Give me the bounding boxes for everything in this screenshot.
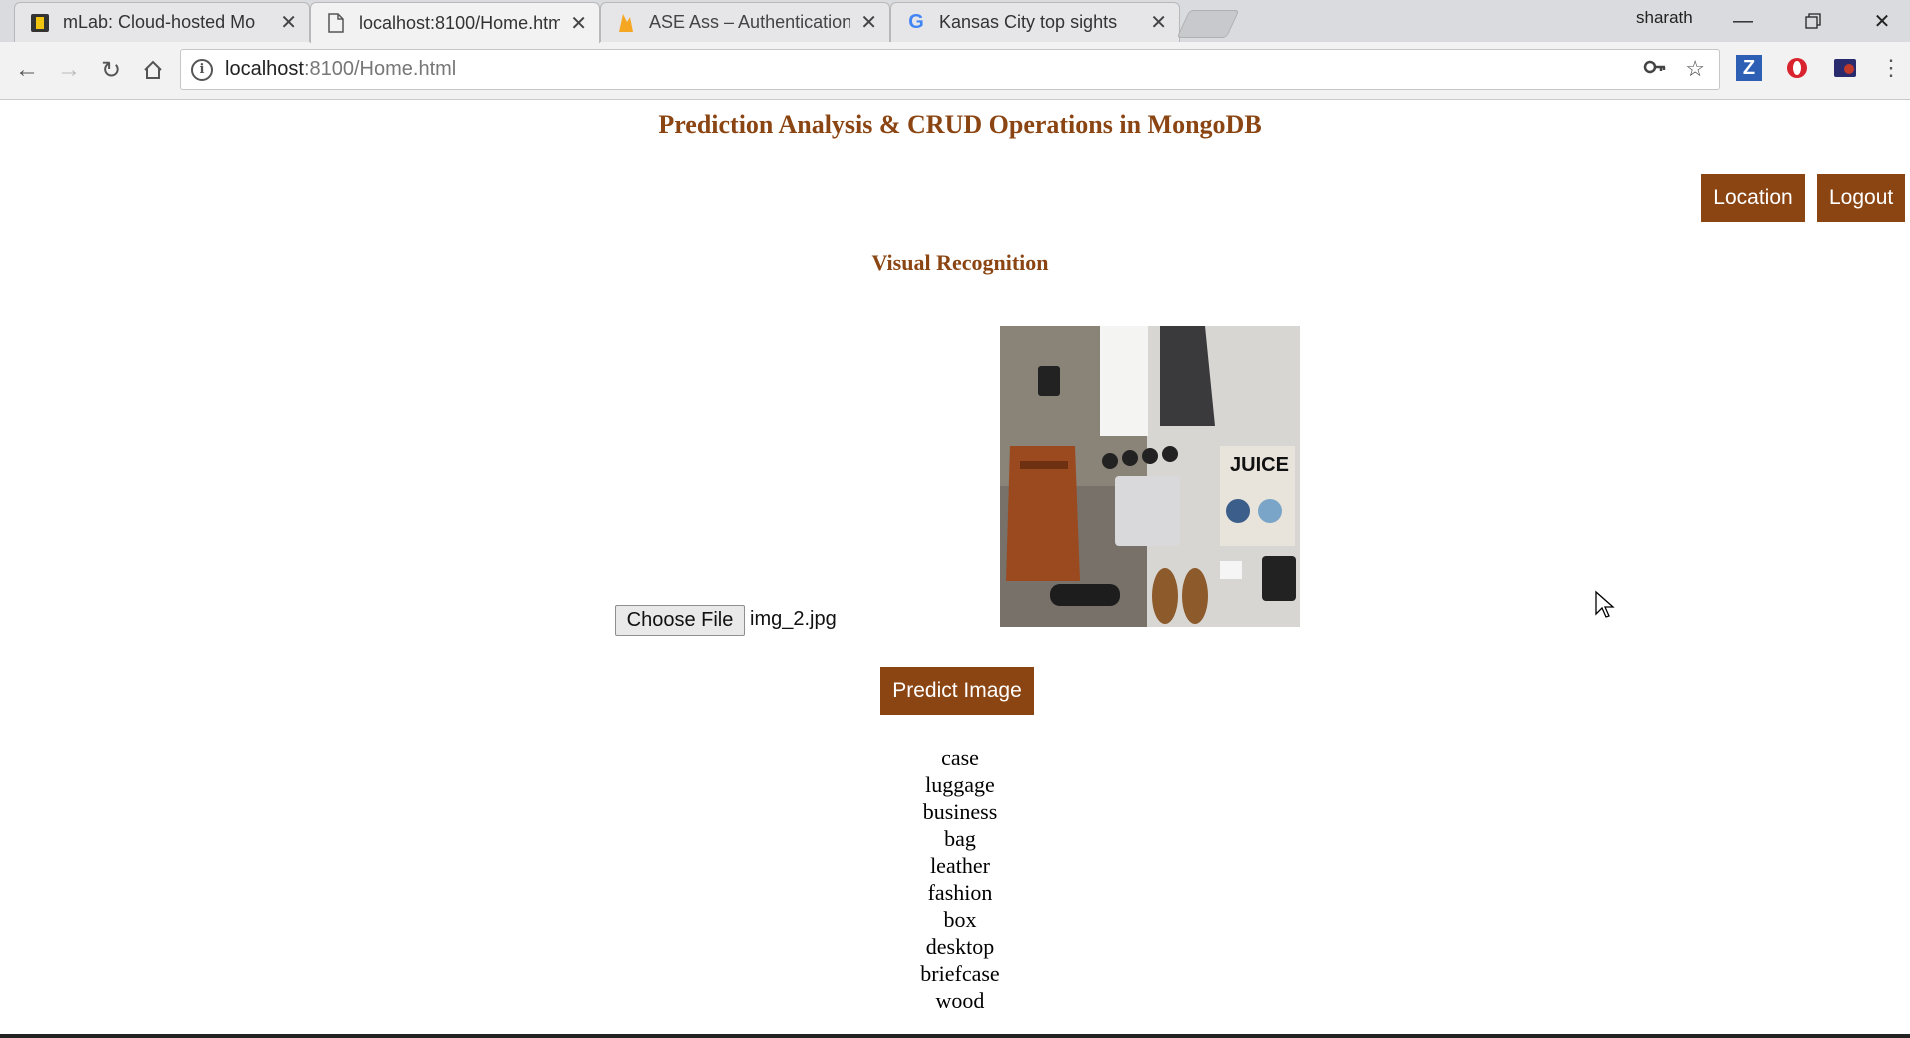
- result-item: luggage: [925, 772, 995, 797]
- forward-icon[interactable]: →: [54, 55, 84, 85]
- tab-google[interactable]: G Kansas City top sights ✕: [890, 2, 1180, 42]
- back-icon[interactable]: ←: [12, 55, 42, 85]
- close-tab-icon[interactable]: ✕: [280, 10, 297, 35]
- result-item: fashion: [927, 880, 993, 905]
- mlab-icon: [29, 12, 51, 34]
- predict-image-button[interactable]: Predict Image: [880, 667, 1034, 715]
- result-item: wood: [935, 988, 985, 1013]
- extension-icon[interactable]: [1832, 55, 1858, 81]
- site-info-icon[interactable]: i: [191, 58, 213, 81]
- result-item: business: [922, 799, 998, 824]
- logout-button[interactable]: Logout: [1817, 174, 1905, 222]
- tab-mlab[interactable]: mLab: Cloud-hosted Mo ✕: [14, 2, 310, 42]
- result-item: case: [941, 745, 979, 770]
- page-title: Prediction Analysis & CRUD Operations in…: [658, 110, 1262, 139]
- restore-icon[interactable]: [1793, 6, 1833, 36]
- minimize-icon[interactable]: —: [1723, 6, 1763, 36]
- home-icon[interactable]: [138, 55, 168, 85]
- mouse-cursor-icon: [1594, 590, 1616, 625]
- tab-strip: mLab: Cloud-hosted Mo ✕ localhost:8100/H…: [0, 0, 1910, 43]
- menu-icon[interactable]: ⋮: [1878, 55, 1904, 81]
- zotero-icon[interactable]: Z: [1736, 55, 1762, 81]
- file-name: img_2.jpg: [750, 608, 837, 630]
- address-bar[interactable]: i localhost:8100/Home.html ☆: [180, 49, 1720, 90]
- new-tab-button[interactable]: [1176, 10, 1240, 38]
- tab-home[interactable]: localhost:8100/Home.htm ✕: [310, 2, 600, 43]
- profile-name[interactable]: sharath: [1636, 8, 1693, 28]
- firebase-icon: [615, 12, 637, 34]
- svg-text:JUICE: JUICE: [1230, 454, 1289, 476]
- section-title: Visual Recognition: [871, 250, 1049, 275]
- close-tab-icon[interactable]: ✕: [1150, 10, 1167, 35]
- result-item: bag: [944, 826, 976, 851]
- reload-icon[interactable]: ↻: [96, 55, 126, 85]
- tab-title: Kansas City top sights: [939, 12, 1118, 32]
- page-icon: [325, 12, 347, 34]
- close-tab-icon[interactable]: ✕: [860, 10, 877, 35]
- tab-title: mLab: Cloud-hosted Mo: [63, 12, 256, 32]
- location-button[interactable]: Location: [1701, 174, 1805, 222]
- tab-firebase[interactable]: ASE Ass – Authentication ✕: [600, 2, 890, 42]
- result-item: desktop: [925, 934, 995, 959]
- key-icon[interactable]: [1643, 56, 1667, 84]
- url-text[interactable]: localhost:8100/Home.html: [225, 58, 456, 81]
- tab-title: localhost:8100/Home.htm: [359, 12, 561, 33]
- window-bottom-edge: [0, 1034, 1910, 1038]
- prediction-results: case luggage business bag leather fashio…: [0, 744, 1910, 1014]
- browser-toolbar: ← → ↻ i localhost:8100/Home.html ☆ Z ⋮: [0, 42, 1910, 100]
- close-tab-icon[interactable]: ✕: [570, 11, 587, 36]
- result-item: briefcase: [920, 961, 1000, 986]
- star-icon[interactable]: ☆: [1685, 56, 1705, 84]
- result-item: leather: [930, 853, 990, 878]
- uploaded-image-preview: JUICE: [1000, 326, 1300, 627]
- google-icon: G: [908, 11, 924, 33]
- choose-file-button[interactable]: Choose File: [615, 605, 745, 636]
- tab-title: ASE Ass – Authentication: [649, 12, 851, 32]
- opera-icon[interactable]: [1784, 55, 1810, 81]
- result-item: box: [943, 907, 977, 932]
- close-window-icon[interactable]: ✕: [1862, 6, 1902, 36]
